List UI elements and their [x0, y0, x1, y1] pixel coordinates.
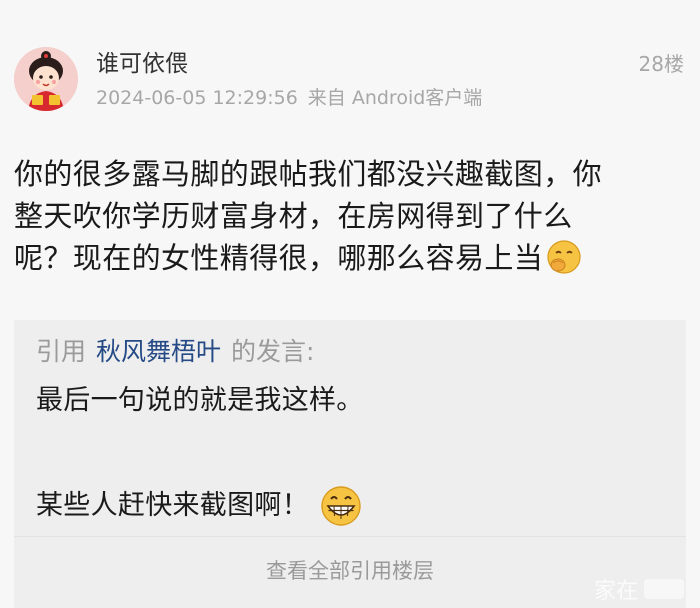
hand-over-mouth-emoji-icon [545, 238, 583, 287]
site-watermark-logo: 家在 [590, 574, 694, 604]
quote-suffix: 的发言: [231, 337, 315, 366]
username-link[interactable]: 谁可依偎 [96, 49, 188, 79]
svg-text:家在: 家在 [594, 579, 638, 604]
quote-block: 引用 秋风舞梧叶 的发言: 最后一句说的就是我这样。 某些人赶快来截图啊！ 查看全部… [14, 320, 686, 608]
post-body-line-text: 呢？现在的女性精得很，哪那么容易上当 [14, 241, 544, 275]
cartoon-avatar-icon [14, 47, 78, 111]
post-body-line: 整天吹你学历财富身材，在房网得到了什么 [14, 199, 573, 233]
post-body-line: 你的很多露马脚的跟帖我们都没兴趣截图，你 [14, 157, 603, 191]
post-source: 来自 Android客户端 [307, 87, 483, 109]
floor-number: 28楼 [638, 52, 684, 76]
quote-prefix: 引用 [36, 337, 87, 366]
post-meta: 2024-06-05 12:29:56 来自 Android客户端 [96, 85, 482, 111]
quote-header: 引用 秋风舞梧叶 的发言: [36, 334, 314, 370]
post-body-line-last: 呢？现在的女性精得很，哪那么容易上当 [14, 237, 686, 287]
quote-divider [14, 536, 686, 537]
post-timestamp: 2024-06-05 12:29:56 [96, 87, 298, 109]
quote-line-2: 某些人赶快来截图啊！ [36, 484, 363, 539]
quote-line-1: 最后一句说的就是我这样。 [36, 385, 364, 416]
avatar[interactable] [14, 47, 78, 111]
post-card: 谁可依偎 2024-06-05 12:29:56 来自 Android客户端 28… [0, 0, 700, 608]
view-all-quotes-button[interactable]: 查看全部引用楼层 [14, 556, 686, 586]
quote-author-link[interactable]: 秋风舞梧叶 [96, 337, 221, 366]
quote-line-2-text: 某些人赶快来截图啊！ [36, 490, 309, 521]
grinning-face-emoji-icon [319, 484, 363, 539]
post-body: 你的很多露马脚的跟帖我们都没兴趣截图，你 整天吹你学历财富身材，在房网得到了什么… [14, 153, 686, 287]
